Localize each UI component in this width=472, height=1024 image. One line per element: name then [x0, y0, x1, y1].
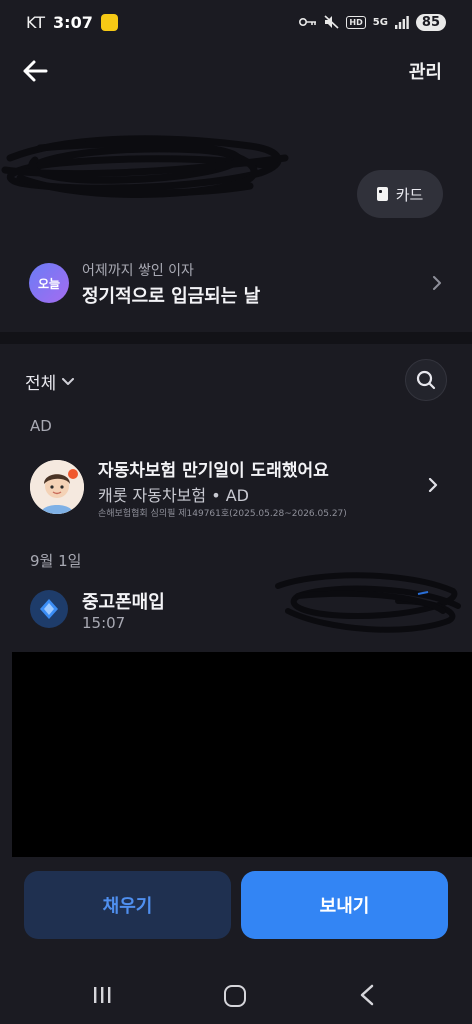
- ad-fine-print: 손해보험협회 심의필 제149761호(2025.05.28~2026.05.2…: [98, 509, 347, 519]
- manage-button[interactable]: 관리: [409, 58, 442, 84]
- clock: 3:07: [53, 12, 93, 32]
- transaction-time: 15:07: [82, 614, 126, 632]
- filter-label: 전체: [25, 374, 57, 394]
- today-badge: 오늘: [29, 263, 69, 303]
- home-icon[interactable]: [224, 985, 246, 1007]
- merchant-logo-icon: [40, 599, 58, 619]
- ad-section-label: AD: [30, 417, 52, 435]
- transaction-name: 중고폰매입: [82, 592, 165, 613]
- back-icon[interactable]: [358, 984, 376, 1006]
- status-right: HD 5G 85: [299, 13, 446, 31]
- network-type-label: 5G: [372, 16, 388, 28]
- card-button[interactable]: 카드: [357, 170, 443, 218]
- key-icon: [299, 18, 317, 26]
- search-button[interactable]: [405, 359, 447, 401]
- ad-subtitle: 캐롯 자동차보험 • AD: [98, 486, 250, 505]
- status-bar: KT 3:07 HD 5G 85: [0, 0, 472, 44]
- system-navigation-bar: [0, 966, 472, 1024]
- section-divider: [0, 332, 472, 344]
- app-notification-icon: [100, 13, 118, 31]
- chevron-right-icon: [428, 478, 438, 492]
- ad-title: 자동차보험 만기일이 도래했어요: [98, 461, 329, 481]
- card-icon: [376, 187, 388, 201]
- date-header: 9월 1일: [30, 552, 82, 570]
- filter-dropdown[interactable]: 전체: [25, 369, 75, 394]
- redacted-transaction-amount: [275, 572, 461, 633]
- chevron-right-icon: [433, 276, 441, 290]
- carrier-label: KT: [26, 12, 46, 32]
- interest-row[interactable]: 오늘 어제까지 쌓인 이자 정기적으로 입금되는 날: [0, 248, 472, 328]
- filter-row: 전체: [0, 356, 472, 402]
- send-button[interactable]: 보내기: [241, 871, 448, 939]
- interest-subtitle: 어제까지 쌓인 이자: [82, 263, 194, 279]
- character-illustration: [30, 460, 84, 514]
- today-badge-label: 오늘: [37, 276, 61, 291]
- arrow-left-icon[interactable]: [20, 56, 50, 86]
- redacted-region: [12, 652, 472, 857]
- card-button-label: 카드: [395, 185, 424, 204]
- interest-title: 정기적으로 입금되는 날: [82, 286, 261, 307]
- signal-icon: [394, 15, 409, 29]
- hd-voice-icon: HD: [346, 15, 366, 29]
- mute-icon: [324, 15, 339, 29]
- ad-item[interactable]: 자동차보험 만기일이 도래했어요 캐롯 자동차보험 • AD 손해보험협회 심의…: [0, 446, 472, 526]
- status-left: KT 3:07: [26, 13, 118, 32]
- chevron-down-icon: [62, 377, 75, 385]
- transaction-icon: [30, 590, 68, 628]
- top-navigation: 관리: [0, 48, 472, 92]
- fill-button[interactable]: 채우기: [24, 871, 231, 939]
- redacted-account-info: [1, 135, 289, 198]
- ad-avatar: [30, 460, 84, 514]
- search-icon: [416, 370, 436, 390]
- recent-apps-icon[interactable]: [92, 986, 112, 1004]
- battery-indicator: 85: [415, 13, 446, 31]
